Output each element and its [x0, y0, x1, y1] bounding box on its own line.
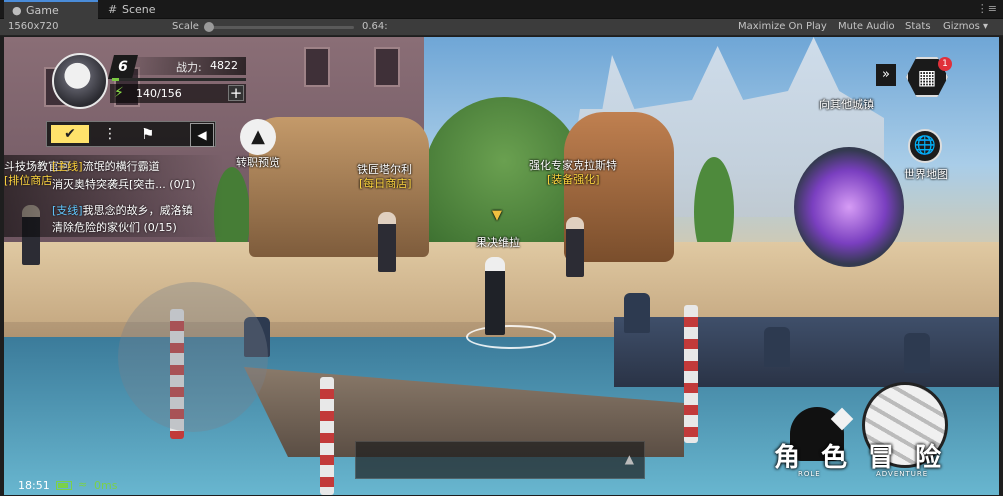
stone-pier	[614, 317, 999, 387]
add-energy-button[interactable]: +	[228, 85, 244, 101]
player-avatar[interactable]	[52, 53, 108, 109]
mooring-pole	[684, 305, 698, 443]
teleport-portal[interactable]	[794, 147, 904, 267]
quest-item-main[interactable]: [主线]流氓的横行霸道	[52, 158, 160, 174]
scale-slider-knob[interactable]	[204, 22, 214, 32]
menu-notification-badge: 1	[938, 57, 952, 71]
power-label: 战力:	[176, 61, 202, 74]
editor-tab-bar: ● Game # Scene ⋮≡	[0, 0, 1003, 19]
quest-clipboard-icon[interactable]: ✔	[49, 123, 91, 145]
energy-value: 140/156	[136, 87, 182, 100]
world-map-label: 世界地图	[904, 168, 948, 181]
chevron-up-icon[interactable]: ▲	[625, 452, 634, 466]
quest-item-side[interactable]: [支线]我思念的故乡，威洛镇	[52, 202, 193, 218]
maximize-on-play-button[interactable]: Maximize On Play	[738, 21, 827, 32]
exp-bar	[112, 78, 246, 81]
quest-title-main: 流氓的横行霸道	[82, 160, 160, 173]
quest-title-side: 我思念的故乡，威洛镇	[82, 204, 193, 217]
team-flag-icon[interactable]: ⚑	[141, 123, 154, 145]
world-map-icon[interactable]: 🌐	[908, 129, 942, 163]
adventure-label: 冒 险	[868, 443, 948, 473]
scale-label: Scale	[172, 21, 199, 32]
player-character[interactable]	[485, 257, 505, 335]
tab-game-label: Game	[26, 4, 59, 17]
energy-bar: ⚡ 140/156 +	[110, 84, 246, 103]
bollard	[764, 327, 790, 367]
npc-blacksmith[interactable]	[378, 212, 396, 272]
device-status-bar: 18:51 ≈ 0ms	[14, 478, 132, 493]
quest-tracker: 斗技场教官阿 [排位商店 [主线]流氓的横行霸道 消灭奥特突袭兵[突击... (…	[4, 155, 224, 237]
window	[304, 47, 330, 87]
player-class-icon: ▼	[492, 208, 502, 223]
expand-menu-arrow-icon[interactable]: »	[876, 64, 896, 86]
mooring-pole	[320, 377, 334, 495]
quest-tag-side: [支线]	[52, 204, 83, 217]
role-en-label: ROLE	[798, 470, 821, 478]
blacksmith-shop-label: [每日商店]	[359, 177, 412, 190]
bollard	[624, 293, 650, 333]
tab-scene-label: Scene	[122, 3, 156, 16]
collapse-arrow-icon[interactable]: ◀	[190, 123, 214, 147]
exp-bar-fill	[112, 78, 119, 81]
quest-detail-side[interactable]: 清除危险的家伙们 (0/15)	[52, 219, 177, 235]
wifi-icon: ≈	[78, 478, 88, 491]
gizmos-button[interactable]: Gizmos ▾	[943, 21, 988, 32]
battery-level	[58, 483, 68, 488]
player-selection-ring	[466, 325, 556, 349]
resolution-dropdown[interactable]: 1560x720	[8, 21, 58, 32]
lightning-icon: ⚡	[114, 85, 124, 101]
tab-menu-icon[interactable]: ⋮≡	[977, 2, 997, 15]
role-label: 角 色	[774, 443, 854, 473]
clock-time: 18:51	[18, 479, 50, 492]
arena-instructor-shop: [排位商店	[4, 174, 53, 187]
player-name: 果决维拉	[476, 236, 520, 249]
quest-detail-main[interactable]: 消灭奥特突袭兵[突击... (0/1)	[52, 176, 196, 192]
virtual-joystick[interactable]	[118, 282, 268, 432]
game-icon: ●	[12, 4, 22, 17]
ping-value: 0ms	[94, 479, 118, 492]
tab-game[interactable]: ● Game	[4, 0, 98, 19]
enhancer-shop-label: [装备强化]	[547, 173, 600, 186]
job-preview-icon[interactable]: ▲	[240, 119, 276, 155]
npc-enhancer[interactable]	[566, 217, 584, 277]
window	[374, 47, 400, 87]
stats-button[interactable]: Stats	[905, 21, 931, 32]
bollard	[904, 333, 930, 373]
scale-value: 0.64:	[362, 21, 388, 32]
tab-scene[interactable]: # Scene	[100, 0, 190, 19]
game-viewport[interactable]: 铁匠塔尔利 [每日商店] 强化专家克拉斯特 [装备强化] ▼ 果决维拉 6 战力…	[4, 37, 999, 495]
scale-slider[interactable]	[204, 22, 354, 32]
adventure-en-label: ADVENTURE	[876, 470, 929, 478]
more-options-icon[interactable]: ⋮	[103, 123, 117, 145]
other-towns-label[interactable]: 向其他城镇	[819, 96, 874, 112]
job-preview-label: 转职预览	[236, 156, 280, 169]
quest-tag-main: [主线]	[52, 160, 83, 173]
scene-grid-icon: #	[108, 3, 118, 16]
power-value: 4822	[210, 59, 238, 72]
battery-icon	[56, 481, 72, 490]
chat-panel[interactable]: ▲	[355, 441, 645, 479]
mute-audio-button[interactable]: Mute Audio	[838, 21, 895, 32]
game-toolbar: 1560x720 Scale 0.64: Maximize On Play Mu…	[0, 19, 1003, 36]
